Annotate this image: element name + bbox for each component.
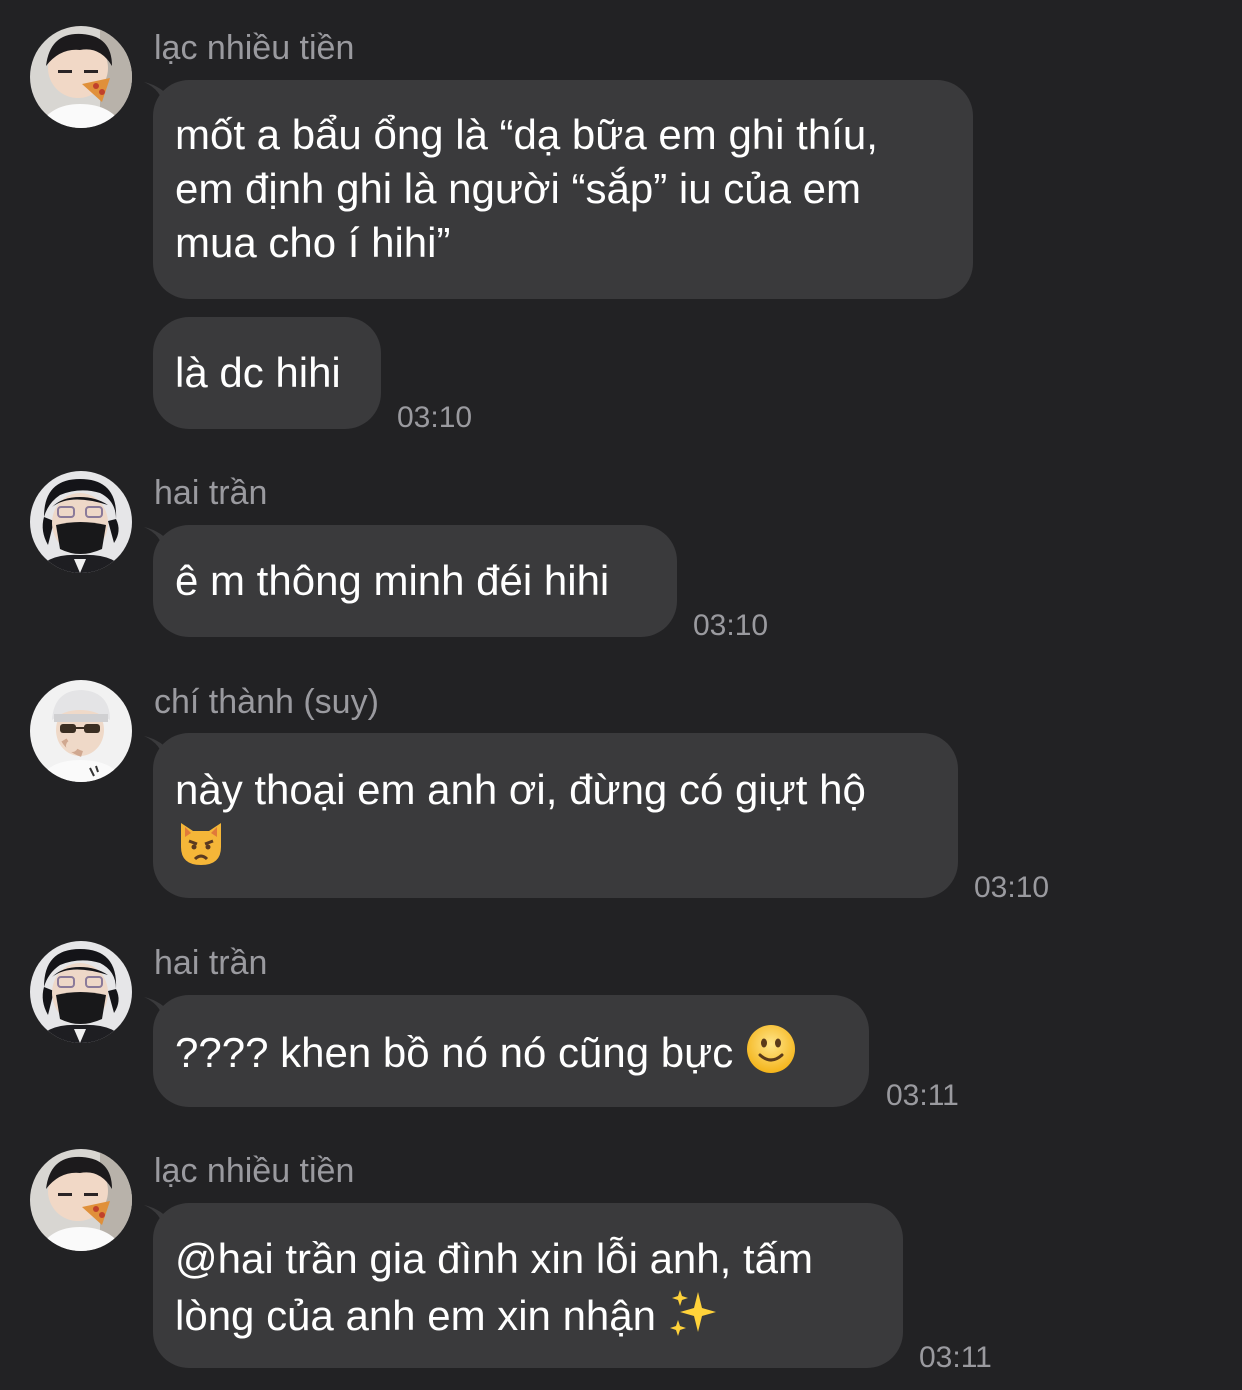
avatar[interactable] [30, 941, 132, 1043]
message-bubble[interactable]: là dc hihi [153, 317, 381, 429]
sender-name: hai trần [154, 944, 268, 982]
message-bubble[interactable]: mốt a bẩu ổng là “dạ bữa em ghi thíu, em… [153, 80, 973, 299]
message-bubble[interactable]: @hai trần gia đình xin lỗi anh, tấm lòng… [153, 1203, 903, 1368]
message-timestamp: 03:11 [886, 1079, 959, 1112]
message-timestamp: 03:10 [974, 871, 1050, 904]
pouting-cat-emoji [175, 817, 227, 882]
message-text: ???? khen bồ nó nó cũng bực [175, 1029, 734, 1076]
sparkles-emoji [668, 1286, 720, 1351]
avatar[interactable] [30, 1149, 132, 1251]
slightly-smiling-face-emoji [745, 1023, 797, 1088]
sender-name: hai trần [154, 474, 268, 512]
message-text: mốt a bẩu ổng là “dạ bữa em ghi thíu, em… [175, 111, 878, 266]
message-text: là dc hihi [175, 349, 341, 396]
sender-name: chí thành (suy) [154, 683, 379, 721]
message-bubble[interactable]: ???? khen bồ nó nó cũng bực [153, 995, 869, 1107]
message-text: ê m thông minh đéi hihi [175, 557, 610, 604]
message-bubble[interactable]: này thoại em anh ơi, đừng có giựt hộ [153, 733, 958, 898]
avatar[interactable] [30, 471, 132, 573]
message-text: này thoại em anh ơi, đừng có giựt hộ [175, 766, 866, 813]
avatar[interactable] [30, 26, 132, 128]
message-timestamp: 03:10 [397, 401, 473, 434]
message-timestamp: 03:11 [919, 1341, 992, 1374]
sender-name: lạc nhiều tiền [154, 1152, 355, 1190]
sender-name: lạc nhiều tiền [154, 29, 355, 67]
avatar[interactable] [30, 680, 132, 782]
message-bubble[interactable]: ê m thông minh đéi hihi [153, 525, 677, 637]
message-timestamp: 03:10 [693, 609, 769, 642]
